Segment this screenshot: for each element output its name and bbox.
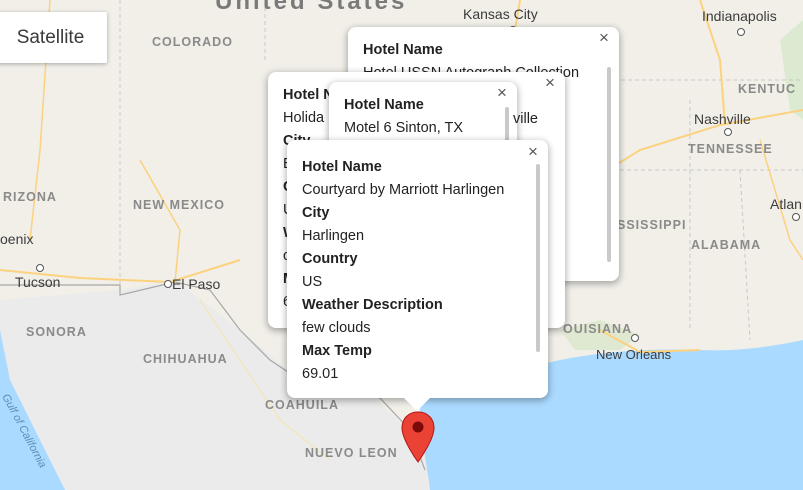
city-label-tucson: Tucson xyxy=(15,274,61,290)
hotel-name-value: Courtyard by Marriott Harlingen xyxy=(302,182,505,198)
city-dot xyxy=(36,264,44,272)
country-value: US xyxy=(302,274,323,290)
city-dot xyxy=(792,213,800,221)
state-label-sonora: SONORA xyxy=(26,325,87,339)
country-label: United States xyxy=(215,0,408,15)
state-label-new-mexico: NEW MEXICO xyxy=(133,198,225,212)
map-pin-icon[interactable] xyxy=(400,410,436,464)
state-label-nuevo-leon: NUEVO LEON xyxy=(305,446,398,460)
close-icon[interactable]: × xyxy=(493,84,511,102)
city-value: Harlingen xyxy=(302,228,365,244)
state-label-kentucky: KENTUC xyxy=(738,82,797,96)
city-label-new-orleans: New Orleans xyxy=(596,347,672,362)
city-dot xyxy=(737,28,745,36)
weather-key: Weather Description xyxy=(302,297,443,313)
state-label-mississippi: SSISSIPPI xyxy=(617,218,687,232)
country-key: Country xyxy=(302,251,358,267)
city-dot xyxy=(631,334,639,342)
state-label-louisiana: OUISIANA xyxy=(563,322,633,336)
info-window-4: Hotel Name Courtyard by Marriott Harling… xyxy=(287,140,548,398)
city-label-atlanta: Atlan xyxy=(770,196,802,212)
scrollbar[interactable] xyxy=(536,164,540,352)
hotel-name-key: Hotel Name xyxy=(363,42,443,58)
city-label-indianapolis: Indianapolis xyxy=(702,8,777,24)
satellite-button[interactable]: Satellite xyxy=(0,12,107,63)
close-icon[interactable]: × xyxy=(524,143,542,161)
close-icon[interactable]: × xyxy=(541,74,559,92)
city-label-el-paso: El Paso xyxy=(172,276,221,292)
close-icon[interactable]: × xyxy=(595,29,613,47)
state-label-coahuila: COAHUILA xyxy=(265,398,339,412)
city-label-nashville: Nashville xyxy=(694,111,751,127)
city-label-kansas-city: Kansas City xyxy=(463,6,538,22)
city-label-phoenix: oenix xyxy=(0,231,34,247)
hotel-name-value: Motel 6 Sinton, TX xyxy=(344,120,464,136)
max-temp-key: Max Temp xyxy=(302,343,372,359)
info-window-2-partial-text: ville xyxy=(513,111,538,127)
hotel-name-key: Hotel Name xyxy=(344,97,424,113)
state-label-arizona: RIZONA xyxy=(3,190,57,204)
weather-value: few clouds xyxy=(302,320,371,336)
scrollbar[interactable] xyxy=(607,67,611,262)
info-window-tail xyxy=(403,397,431,411)
city-dot xyxy=(164,280,172,288)
state-label-colorado: COLORADO xyxy=(152,35,233,49)
city-dot xyxy=(724,128,732,136)
state-label-tennessee: TENNESSEE xyxy=(688,142,773,156)
city-key: City xyxy=(302,205,330,221)
max-temp-value: 69.01 xyxy=(302,366,339,382)
state-label-chihuahua: CHIHUAHUA xyxy=(143,352,228,366)
hotel-name-key: Hotel Name xyxy=(302,159,382,175)
state-label-alabama: ALABAMA xyxy=(691,238,762,252)
